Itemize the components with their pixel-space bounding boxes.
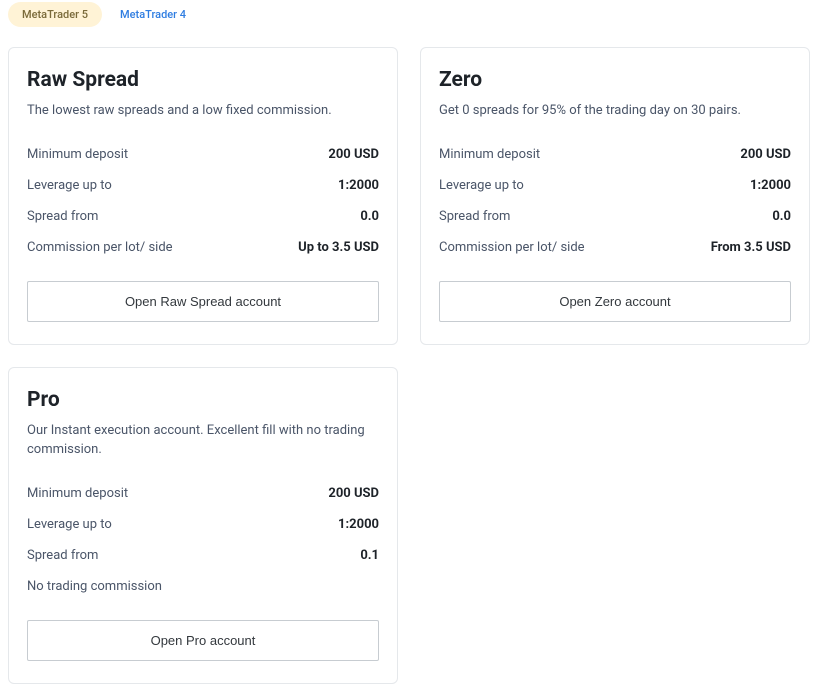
row-spread: Spread from 0.1 bbox=[27, 540, 379, 571]
row-label: Spread from bbox=[439, 209, 510, 224]
row-label: Leverage up to bbox=[27, 178, 112, 193]
open-zero-button[interactable]: Open Zero account bbox=[439, 281, 791, 322]
row-commission: Commission per lot/ side From 3.5 USD bbox=[439, 232, 791, 263]
row-value: 0.0 bbox=[772, 209, 791, 224]
row-label: Leverage up to bbox=[27, 517, 112, 532]
row-commission-note: No trading commission bbox=[27, 571, 379, 602]
row-value: 0.1 bbox=[360, 548, 379, 563]
row-value: 1:2000 bbox=[338, 517, 379, 532]
row-label: Commission per lot/ side bbox=[27, 240, 173, 255]
tab-metatrader5[interactable]: MetaTrader 5 bbox=[8, 2, 102, 27]
tab-metatrader4[interactable]: MetaTrader 4 bbox=[106, 2, 200, 27]
row-value: 1:2000 bbox=[338, 178, 379, 193]
card-raw-spread: Raw Spread The lowest raw spreads and a … bbox=[8, 47, 398, 345]
row-label: Spread from bbox=[27, 209, 98, 224]
platform-tabs: MetaTrader 5 MetaTrader 4 bbox=[8, 2, 810, 27]
card-description: The lowest raw spreads and a low fixed c… bbox=[27, 102, 379, 121]
row-label: Minimum deposit bbox=[27, 147, 128, 162]
card-title: Zero bbox=[439, 68, 791, 92]
row-label: Minimum deposit bbox=[27, 486, 128, 501]
row-label: Leverage up to bbox=[439, 178, 524, 193]
open-pro-button[interactable]: Open Pro account bbox=[27, 620, 379, 661]
row-min-deposit: Minimum deposit 200 USD bbox=[27, 478, 379, 509]
account-cards: Raw Spread The lowest raw spreads and a … bbox=[8, 47, 810, 684]
row-value: 1:2000 bbox=[750, 178, 791, 193]
row-value: Up to 3.5 USD bbox=[298, 240, 379, 255]
row-value: 200 USD bbox=[740, 147, 791, 162]
row-commission: Commission per lot/ side Up to 3.5 USD bbox=[27, 232, 379, 263]
row-label: Minimum deposit bbox=[439, 147, 540, 162]
row-value: 0.0 bbox=[360, 209, 379, 224]
open-raw-spread-button[interactable]: Open Raw Spread account bbox=[27, 281, 379, 322]
card-title: Raw Spread bbox=[27, 68, 379, 92]
row-value: From 3.5 USD bbox=[711, 240, 791, 255]
row-spread: Spread from 0.0 bbox=[27, 201, 379, 232]
row-label: Commission per lot/ side bbox=[439, 240, 585, 255]
row-label: Spread from bbox=[27, 548, 98, 563]
row-leverage: Leverage up to 1:2000 bbox=[439, 170, 791, 201]
card-zero: Zero Get 0 spreads for 95% of the tradin… bbox=[420, 47, 810, 345]
row-min-deposit: Minimum deposit 200 USD bbox=[27, 139, 379, 170]
row-leverage: Leverage up to 1:2000 bbox=[27, 509, 379, 540]
row-leverage: Leverage up to 1:2000 bbox=[27, 170, 379, 201]
row-value: 200 USD bbox=[328, 486, 379, 501]
card-description: Get 0 spreads for 95% of the trading day… bbox=[439, 102, 791, 121]
card-description: Our Instant execution account. Excellent… bbox=[27, 422, 379, 460]
card-title: Pro bbox=[27, 388, 379, 412]
row-spread: Spread from 0.0 bbox=[439, 201, 791, 232]
card-pro: Pro Our Instant execution account. Excel… bbox=[8, 367, 398, 684]
row-value: 200 USD bbox=[328, 147, 379, 162]
row-min-deposit: Minimum deposit 200 USD bbox=[439, 139, 791, 170]
